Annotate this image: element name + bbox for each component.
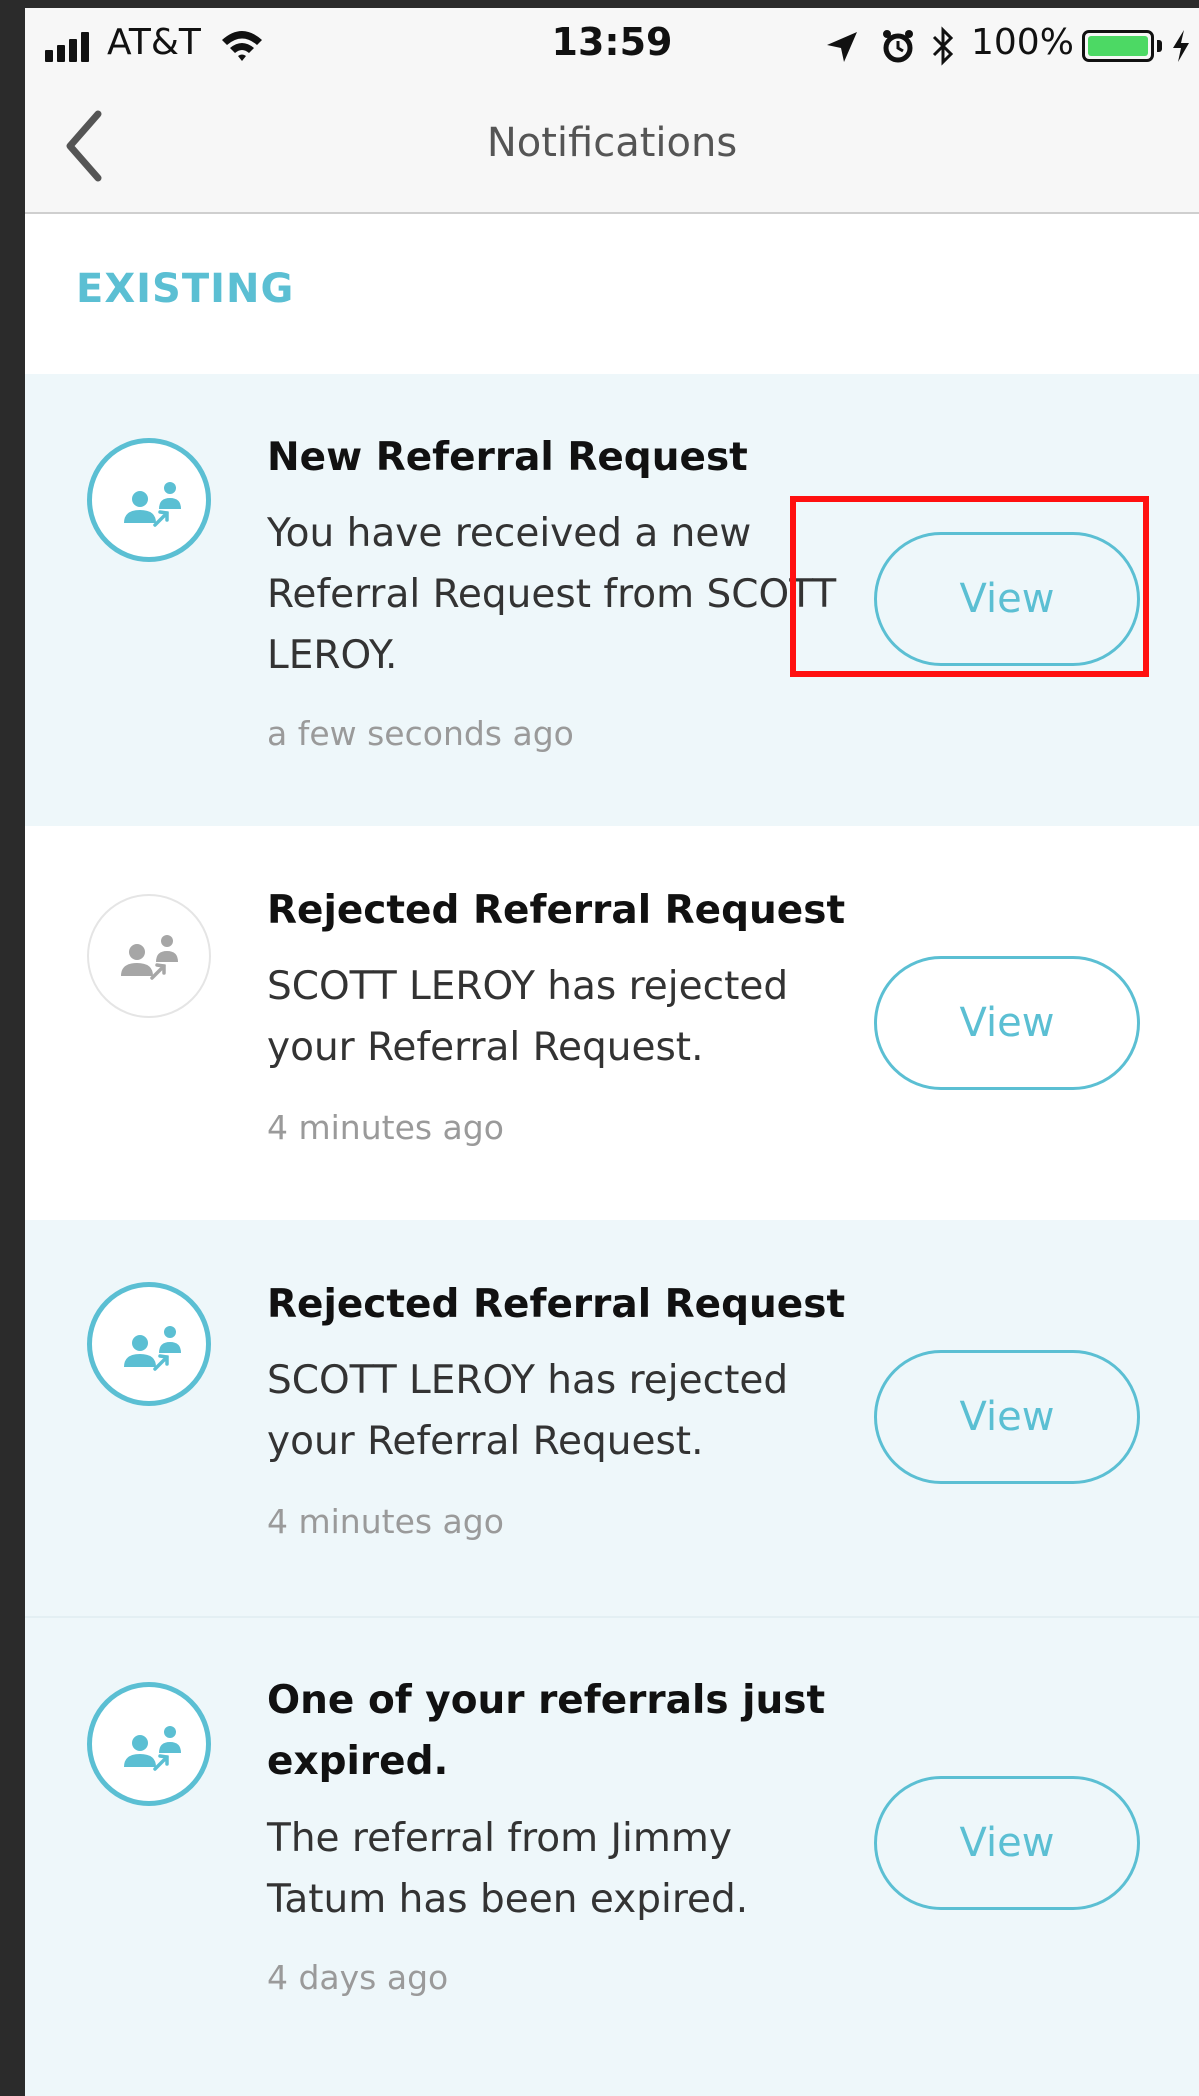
notification-time: a few seconds ago [267,714,574,753]
charging-bolt-icon [1173,30,1189,62]
referral-icon [87,894,211,1018]
location-arrow-icon [827,32,857,62]
battery-percent: 100% [971,22,1074,63]
battery-icon [1082,30,1154,62]
notification-title: New Referral Request [267,435,748,480]
referral-icon [87,1282,211,1406]
view-button[interactable]: View [874,956,1140,1090]
screen-top-bezel [0,0,1199,8]
notification-item[interactable]: One of your referrals just expired. The … [25,1616,1199,2096]
section-header: EXISTING [25,214,1199,374]
notification-body: SCOTT LEROY has rejected your Referral R… [267,1358,789,1464]
status-bar: AT&T 13:59 100% [25,8,1199,78]
view-button[interactable]: View [874,1776,1140,1910]
notification-time: 4 minutes ago [267,1108,504,1147]
referral-icon [87,1682,211,1806]
notification-body: You have received a new Referral Request… [267,511,837,678]
alarm-icon [883,30,913,63]
view-button[interactable]: View [874,1350,1140,1484]
bluetooth-icon [932,26,954,66]
notification-time: 4 days ago [267,1958,449,1997]
notification-title: Rejected Referral Request [267,1282,846,1327]
notification-item[interactable]: Rejected Referral Request SCOTT LEROY ha… [25,826,1199,1220]
section-title: EXISTING [76,266,295,312]
referral-icon [87,438,211,562]
notification-item[interactable]: Rejected Referral Request SCOTT LEROY ha… [25,1220,1199,1616]
notification-item[interactable]: New Referral Request You have received a… [25,374,1199,826]
notification-body: SCOTT LEROY has rejected your Referral R… [267,964,789,1070]
page-title: Notifications [486,120,738,166]
notification-title: One of your referrals just expired. [267,1678,826,1784]
view-button[interactable]: View [874,532,1140,666]
navigation-bar: Notifications [25,78,1199,214]
phone-screen: AT&T 13:59 100% Notifications EXISTING N… [25,8,1199,2096]
notification-time: 4 minutes ago [267,1502,504,1541]
notification-body: The referral from Jimmy Tatum has been e… [267,1816,749,1922]
battery-nub [1157,40,1162,52]
notification-title: Rejected Referral Request [267,888,846,933]
